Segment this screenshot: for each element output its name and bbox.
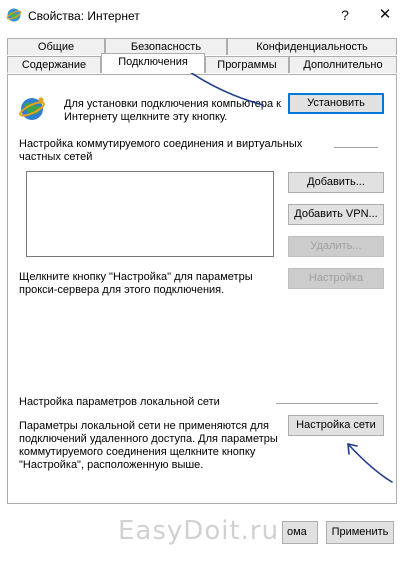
setup-button[interactable]: Установить: [288, 93, 384, 114]
tab-programs[interactable]: Программы: [205, 56, 289, 73]
remove-button[interactable]: Удалить...: [288, 236, 384, 257]
dialup-settings-button[interactable]: Настройка: [288, 268, 384, 289]
lan-section-header: Настройка параметров локальной сети: [19, 396, 220, 408]
close-button[interactable]: ✕: [372, 4, 398, 26]
watermark: EasyDoit.ru: [118, 516, 280, 546]
window-title: Свойства: Интернет: [28, 9, 140, 23]
connections-list[interactable]: [26, 171, 274, 257]
internet-options-icon: [6, 8, 22, 22]
proxy-hint: Щелкните кнопку "Настройка" для параметр…: [19, 271, 253, 296]
lan-description: Параметры локальной сети не применяются …: [19, 420, 278, 471]
tab-content[interactable]: Содержание: [7, 56, 101, 73]
lan-settings-button[interactable]: Настройка сети: [288, 415, 384, 436]
title-bar: Свойства: Интернет ? ✕: [0, 0, 406, 32]
tab-general[interactable]: Общие: [7, 38, 105, 55]
dialup-section-header: Настройка коммутируемого соединения и ви…: [19, 138, 303, 163]
connections-panel: Для установки подключения компьютера к И…: [7, 74, 397, 504]
cancel-button-partial[interactable]: ома: [282, 521, 318, 544]
dialup-divider: [334, 147, 378, 148]
tab-advanced[interactable]: Дополнительно: [289, 56, 397, 73]
add-button[interactable]: Добавить...: [288, 172, 384, 193]
help-button[interactable]: ?: [332, 4, 358, 26]
add-vpn-button[interactable]: Добавить VPN...: [288, 204, 384, 225]
lan-divider: [276, 403, 378, 404]
setup-description: Для установки подключения компьютера к И…: [64, 98, 281, 123]
tab-strip: Общие Безопасность Конфиденциальность Со…: [7, 38, 397, 74]
tab-privacy[interactable]: Конфиденциальность: [227, 38, 397, 55]
apply-button[interactable]: Применить: [326, 521, 394, 544]
connection-wizard-icon: [19, 97, 45, 120]
tab-connections[interactable]: Подключения: [101, 53, 205, 73]
